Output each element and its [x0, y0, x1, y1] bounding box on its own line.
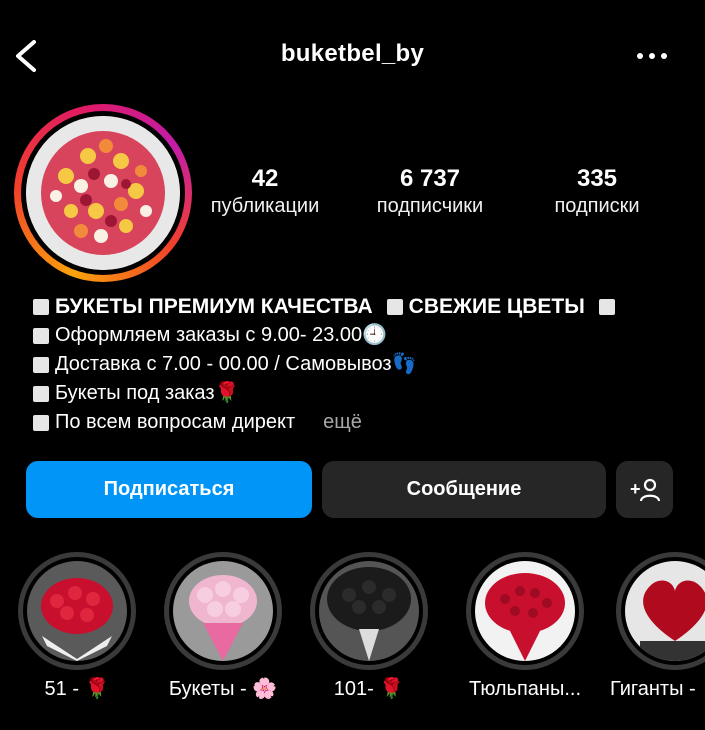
- bio-line: По всем вопросам директ ещё: [33, 408, 683, 437]
- white-square-icon: [33, 327, 49, 344]
- stat-label: подписки: [554, 195, 640, 217]
- highlight-label: 51 - 🌹: [44, 678, 110, 700]
- profile-stats: 42 публикации 6 737 подписчики 335 подпи…: [195, 165, 675, 235]
- highlight-label: Тюльпаны...: [468, 678, 582, 700]
- stat-followers[interactable]: 6 737 подписчики: [350, 165, 510, 219]
- bio-line: Букеты под заказ🌹: [33, 379, 683, 408]
- bouquet-image: [26, 116, 180, 270]
- story-highlight[interactable]: Гиганты -: [610, 552, 705, 702]
- highlight-label: 101- 🌹: [333, 678, 405, 700]
- bio-more-link[interactable]: ещё: [323, 408, 362, 437]
- highlight-label: Букеты - 🌸: [168, 678, 278, 700]
- highlight-label: Гиганты -: [610, 678, 696, 700]
- white-square-icon: [598, 298, 615, 315]
- top-bar: buketbel_by: [0, 0, 705, 110]
- follow-button[interactable]: Подписаться: [26, 461, 312, 518]
- add-user-icon: +: [630, 478, 660, 501]
- stat-following[interactable]: 335 подписки: [517, 165, 677, 219]
- story-highlight[interactable]: 51 - 🌹: [12, 552, 142, 702]
- story-highlight[interactable]: Тюльпаны...: [460, 552, 590, 702]
- stat-posts[interactable]: 42 публикации: [185, 165, 345, 219]
- white-square-icon: [386, 298, 403, 315]
- dot: [649, 53, 655, 59]
- dot: [661, 53, 667, 59]
- white-square-icon: [33, 385, 49, 402]
- story-highlight[interactable]: Букеты - 🌸: [158, 552, 288, 702]
- message-button[interactable]: Сообщение: [322, 461, 606, 518]
- stat-label: подписчики: [376, 195, 484, 217]
- dot: [637, 53, 643, 59]
- stat-value: 6 737: [399, 165, 461, 192]
- svg-text:+: +: [630, 479, 641, 499]
- white-square-icon: [33, 356, 49, 373]
- highlight-cover: [625, 561, 705, 661]
- more-options-button[interactable]: [632, 46, 672, 66]
- white-square-icon: [33, 298, 49, 315]
- highlight-cover: [475, 561, 575, 661]
- stat-value: 335: [576, 165, 618, 192]
- profile-bio: БУКЕТЫ ПРЕМИУМ КАЧЕСТВА СВЕЖИЕ ЦВЕТЫ Офо…: [33, 292, 683, 437]
- profile-username: buketbel_by: [280, 40, 425, 67]
- add-user-button[interactable]: +: [616, 461, 673, 518]
- highlight-cover: [319, 561, 419, 661]
- highlight-cover: [27, 561, 127, 661]
- highlight-cover: [173, 561, 273, 661]
- white-square-icon: [33, 414, 49, 431]
- bio-line: БУКЕТЫ ПРЕМИУМ КАЧЕСТВА СВЕЖИЕ ЦВЕТЫ: [33, 292, 683, 321]
- stat-label: публикации: [210, 195, 320, 217]
- bio-line: Доставка с 7.00 - 00.00 / Самовывоз👣: [33, 350, 683, 379]
- bio-line: Оформляем заказы с 9.00- 23.00🕘: [33, 321, 683, 350]
- avatar: [26, 116, 180, 270]
- story-highlight[interactable]: 101- 🌹: [304, 552, 434, 702]
- stat-value: 42: [251, 165, 279, 192]
- avatar-story-ring[interactable]: [14, 104, 192, 282]
